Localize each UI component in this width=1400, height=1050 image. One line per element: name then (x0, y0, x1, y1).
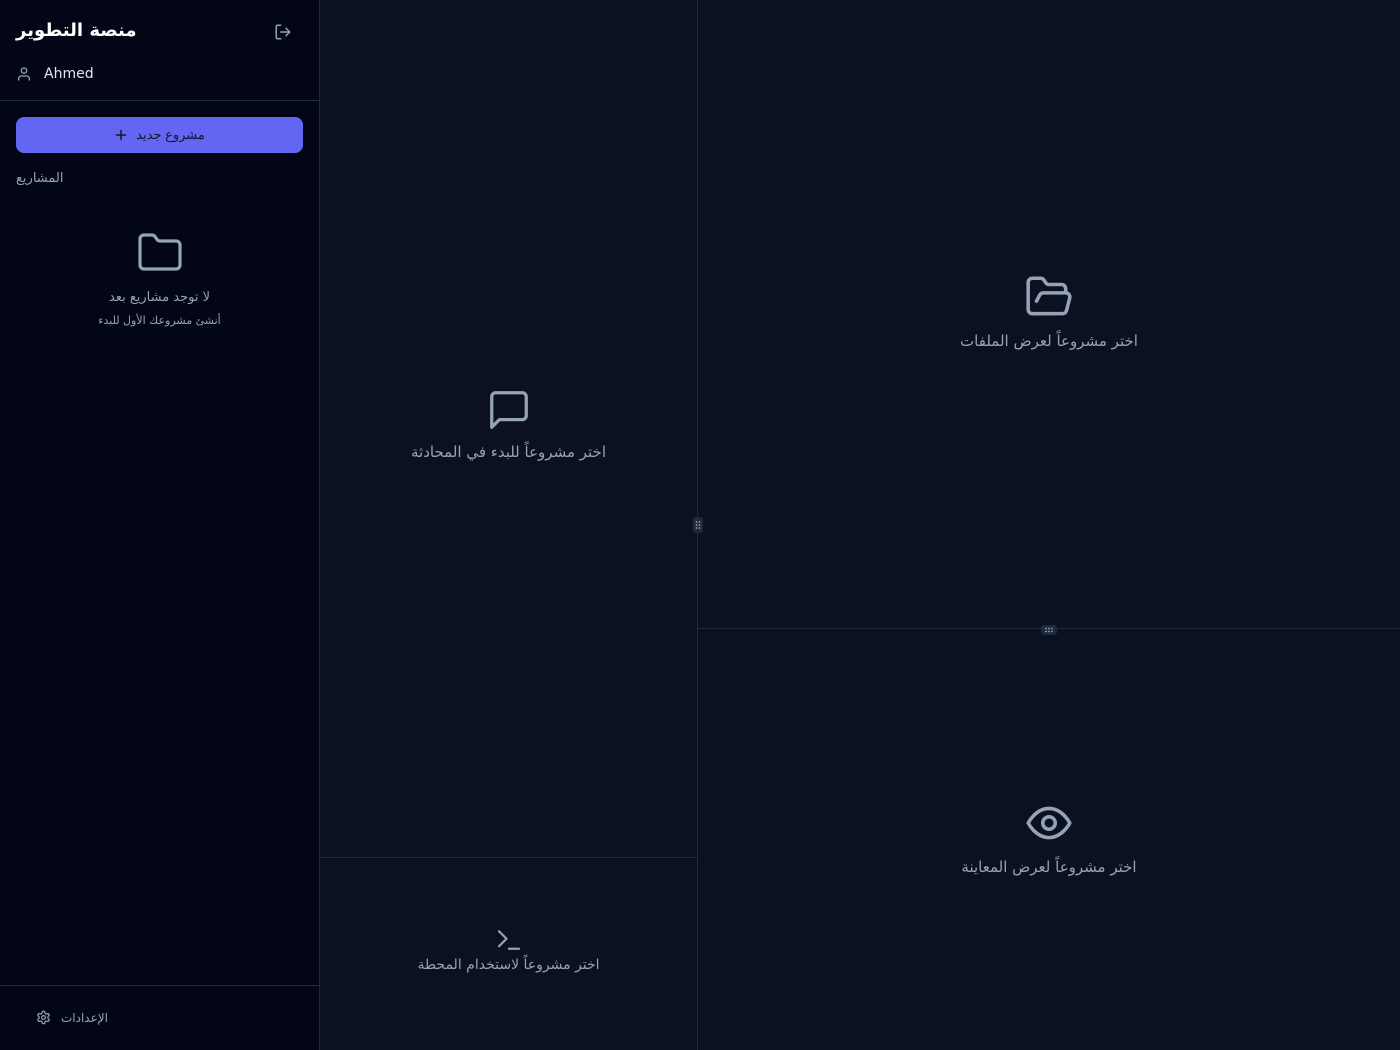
gear-icon (37, 1010, 50, 1025)
sidebar-header: منصة التطوير Ahmed (0, 0, 319, 101)
settings-button[interactable]: الإعدادات (36, 1010, 108, 1025)
sidebar: منصة التطوير Ahmed مشروع جديد المشاريع ل… (0, 0, 320, 1050)
terminal-placeholder-text: اختر مشروعاً لاستخدام المحطة (417, 957, 600, 973)
preview-placeholder-text: اختر مشروعاً لعرض المعاينة (961, 858, 1137, 876)
preview-pane: اختر مشروعاً لعرض المعاينة (698, 629, 1400, 1050)
chat-pane: اختر مشروعاً للبدء في المحادثة (320, 0, 698, 858)
folder-open-icon (1026, 276, 1072, 316)
new-project-label: مشروع جديد (136, 127, 205, 142)
user-info: Ahmed (16, 64, 94, 84)
terminal-pane: اختر مشروعاً لاستخدام المحطة (320, 858, 698, 1050)
empty-projects-title: لا توجد مشاريع بعد (108, 290, 211, 305)
files-placeholder-text: اختر مشروعاً لعرض الملفات (960, 332, 1138, 350)
user-icon (18, 67, 30, 81)
message-square-icon (489, 391, 528, 429)
preview-placeholder: اختر مشروعاً لعرض المعاينة (698, 798, 1400, 876)
projects-heading: المشاريع (16, 171, 64, 186)
files-pane: اختر مشروعاً لعرض الملفات (698, 0, 1400, 629)
user-name: Ahmed (44, 66, 94, 82)
grip-vertical-icon (695, 521, 701, 529)
new-project-button[interactable]: مشروع جديد (16, 117, 303, 153)
app-title: منصة التطوير (16, 20, 137, 41)
vertical-resize-handle[interactable] (693, 517, 703, 533)
plus-icon (115, 129, 127, 141)
files-placeholder: اختر مشروعاً لعرض الملفات (698, 272, 1400, 350)
empty-projects-subtitle: أنشئ مشروعك الأول للبدء (98, 314, 221, 327)
folder-icon (138, 233, 182, 271)
chat-placeholder: اختر مشروعاً للبدء في المحادثة (320, 387, 697, 461)
eye-icon (1026, 806, 1072, 840)
logout-icon[interactable] (274, 23, 292, 41)
sidebar-footer: الإعدادات (0, 985, 319, 1050)
terminal-placeholder: اختر مشروعاً لاستخدام المحطة (320, 925, 697, 973)
chat-placeholder-text: اختر مشروعاً للبدء في المحادثة (411, 443, 606, 461)
grip-horizontal-icon (1045, 627, 1053, 633)
terminal-icon (497, 930, 520, 950)
horizontal-resize-handle[interactable] (1041, 625, 1057, 635)
settings-label: الإعدادات (61, 1010, 108, 1025)
